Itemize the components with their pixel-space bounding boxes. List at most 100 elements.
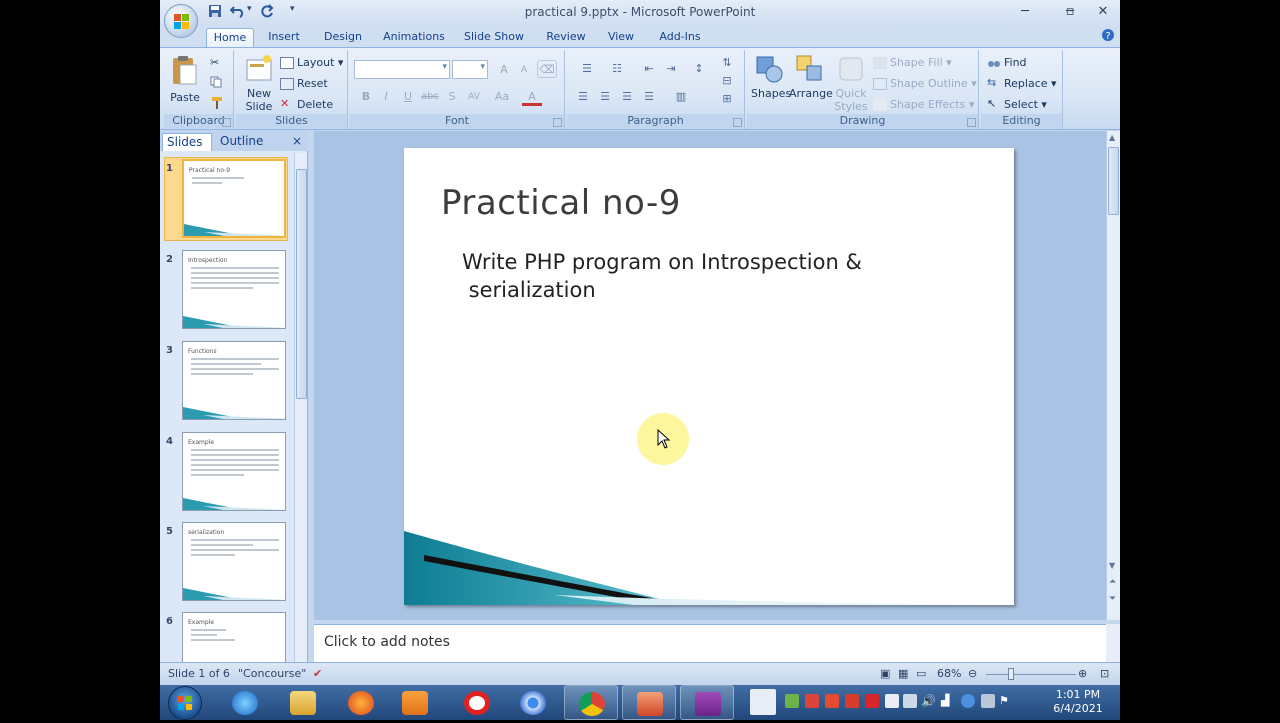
zoom-slider-track[interactable] — [986, 674, 1076, 675]
tray-icon[interactable] — [785, 694, 799, 708]
slide-thumbnail-4[interactable]: Example — [182, 432, 286, 511]
decrease-indent-icon[interactable]: ⇤ — [639, 60, 659, 78]
replace-button[interactable]: ⇆ Replace ▾ — [987, 77, 1057, 90]
align-text-icon[interactable]: ⊟ — [717, 72, 737, 90]
slide-sorter-view-icon[interactable]: ▦ — [898, 667, 908, 680]
spell-check-icon[interactable]: ✔ — [313, 667, 322, 680]
clipboard-launcher-icon[interactable] — [222, 118, 231, 127]
tab-design[interactable]: Design — [320, 28, 366, 48]
normal-view-icon[interactable]: ▣ — [880, 667, 890, 680]
align-center-icon[interactable]: ☰ — [595, 88, 615, 106]
font-launcher-icon[interactable] — [553, 118, 562, 127]
tray-icon[interactable] — [805, 694, 819, 708]
slide-thumbnail-5[interactable]: serialization — [182, 522, 286, 601]
reset-button[interactable]: Reset — [280, 77, 328, 90]
zoom-slider-thumb[interactable] — [1008, 668, 1014, 680]
next-slide-icon[interactable]: ⏷ — [1109, 594, 1116, 604]
taskbar-chrome-1[interactable] — [506, 685, 560, 720]
shape-outline-button[interactable]: Shape Outline ▾ — [873, 77, 977, 90]
taskbar-firefox[interactable] — [334, 685, 388, 720]
minimize-button-2[interactable]: ─ — [1010, 2, 1040, 22]
grow-font-icon[interactable]: A — [494, 61, 514, 79]
paste-button[interactable]: Paste — [170, 54, 200, 104]
slide-title[interactable]: Practical no-9 — [441, 183, 681, 223]
shape-effects-button[interactable]: Shape Effects ▾ — [873, 98, 974, 111]
zoom-out-icon[interactable]: ⊖ — [968, 667, 977, 680]
find-button[interactable]: Find — [987, 56, 1027, 69]
tray-icon[interactable] — [845, 694, 859, 708]
change-case-button[interactable]: Aa — [492, 88, 512, 106]
slide-body[interactable]: Write PHP program on Introspection & ser… — [462, 248, 922, 304]
taskbar-powerpoint[interactable] — [622, 685, 676, 720]
quick-styles-button[interactable]: Quick Styles — [833, 54, 869, 113]
numbering-icon[interactable]: ☷ — [603, 60, 631, 78]
tab-home[interactable]: Home — [206, 28, 254, 48]
maximize-button[interactable]: ▫ — [1055, 2, 1085, 22]
zoom-level[interactable]: 68% — [937, 667, 961, 680]
network-icon[interactable]: ▟ — [941, 694, 955, 708]
taskbar-explorer[interactable] — [276, 685, 330, 720]
align-left-icon[interactable]: ☰ — [573, 88, 593, 106]
tray-icon[interactable] — [885, 694, 899, 708]
strikethrough-button[interactable]: abc — [420, 88, 440, 106]
drawing-launcher-icon[interactable] — [967, 118, 976, 127]
text-shadow-button[interactable]: S — [442, 88, 462, 106]
align-right-icon[interactable]: ☰ — [617, 88, 637, 106]
scroll-thumb[interactable] — [296, 169, 307, 399]
close-button[interactable]: ✕ — [1088, 2, 1118, 22]
current-slide[interactable]: Practical no-9 Write PHP program on Intr… — [404, 148, 1014, 605]
zoom-in-icon[interactable]: ⊕ — [1078, 667, 1087, 680]
tab-animations[interactable]: Animations — [382, 28, 446, 48]
fit-to-window-icon[interactable]: ⊡ — [1100, 667, 1109, 680]
tab-insert[interactable]: Insert — [264, 28, 304, 48]
bold-button[interactable]: B — [356, 88, 376, 106]
paragraph-launcher-icon[interactable] — [733, 118, 742, 127]
arrange-button[interactable]: Arrange — [789, 54, 833, 100]
tray-icon[interactable] — [961, 694, 975, 708]
layout-button[interactable]: Layout ▾ — [280, 56, 343, 69]
tab-add-ins[interactable]: Add-Ins — [655, 28, 705, 48]
font-size-combo[interactable] — [452, 60, 488, 79]
increase-indent-icon[interactable]: ⇥ — [661, 60, 681, 78]
shape-fill-button[interactable]: Shape Fill ▾ — [873, 56, 952, 69]
slide-thumbnail-3[interactable]: Functions — [182, 341, 286, 420]
clear-formatting-icon[interactable]: ⌫ — [537, 60, 557, 78]
tab-outline[interactable]: Outline — [216, 133, 266, 151]
previous-slide-icon[interactable]: ⏶ — [1109, 577, 1116, 587]
line-spacing-icon[interactable]: ↕ — [685, 60, 713, 78]
thumbnails-scrollbar[interactable] — [294, 153, 307, 662]
slide-thumbnail-6[interactable]: Example — [182, 612, 286, 662]
scroll-down-icon[interactable]: ▼ — [1109, 561, 1115, 570]
taskbar-media-player[interactable] — [388, 685, 442, 720]
cut-icon[interactable]: ✂ — [210, 56, 219, 69]
font-name-combo[interactable] — [354, 60, 450, 79]
slide-thumbnail-2[interactable]: Introspection — [182, 250, 286, 329]
slide-show-view-icon[interactable]: ▭ — [916, 667, 926, 680]
slide-scrollbar[interactable]: ▲ ▼ ⏶ ⏷ — [1106, 131, 1120, 620]
slide-thumbnail-1[interactable]: Practical no-9 — [182, 159, 286, 238]
tab-slide-show[interactable]: Slide Show — [462, 28, 526, 48]
shapes-button[interactable]: Shapes — [751, 54, 791, 100]
close-pane-icon[interactable]: × — [292, 133, 306, 151]
tray-icon[interactable] — [825, 694, 839, 708]
character-spacing-button[interactable]: AV — [464, 88, 484, 106]
shrink-font-icon[interactable]: A — [514, 61, 534, 79]
smartart-icon[interactable]: ⊞ — [717, 90, 737, 108]
taskbar-recorder[interactable] — [680, 685, 734, 720]
new-slide-button[interactable]: New Slide — [242, 54, 276, 113]
scroll-up-icon[interactable]: ▲ — [1109, 133, 1115, 142]
tray-icon[interactable] — [865, 694, 879, 708]
action-center-icon[interactable]: ⚑ — [999, 694, 1013, 708]
select-button[interactable]: ↖ Select ▾ — [987, 98, 1047, 111]
font-color-button[interactable]: A — [522, 88, 542, 106]
text-direction-icon[interactable]: ⇅ — [717, 54, 737, 72]
underline-button[interactable]: U — [398, 88, 418, 106]
scroll-thumb[interactable] — [1108, 147, 1119, 215]
start-button[interactable] — [168, 686, 202, 720]
taskbar-opera[interactable] — [450, 685, 504, 720]
tray-icon[interactable] — [981, 694, 995, 708]
bullets-icon[interactable]: ☰ — [573, 60, 601, 78]
columns-icon[interactable]: ▥ — [667, 88, 695, 106]
tab-review[interactable]: Review — [543, 28, 589, 48]
tablet-icon[interactable] — [750, 689, 776, 715]
